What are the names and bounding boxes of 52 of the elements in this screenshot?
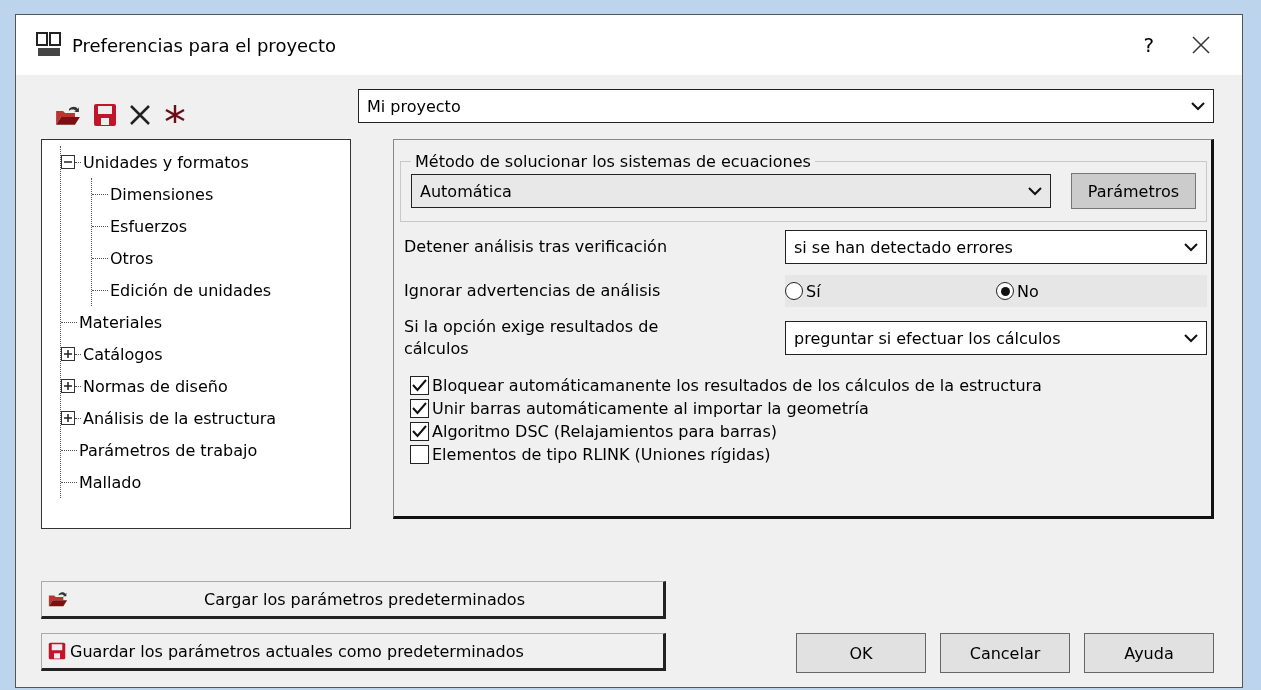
checkbox[interactable] <box>410 399 429 418</box>
tree-item[interactable]: Parámetros de trabajo <box>79 440 258 460</box>
tree-item[interactable]: Dimensiones <box>110 184 214 204</box>
setting-label: Si la opción exige resultados de cálculos <box>403 316 660 360</box>
expand-icon[interactable] <box>61 411 75 425</box>
tree-item[interactable]: Mallado <box>79 472 142 492</box>
checkmark-icon <box>412 425 427 438</box>
chevron-down-icon <box>1191 101 1205 111</box>
collapse-icon[interactable] <box>61 155 75 169</box>
expand-icon[interactable] <box>61 379 75 393</box>
tree-item[interactable]: Edición de unidades <box>110 280 272 300</box>
save-defaults-button[interactable]: Guardar los parámetros actuales como predeterminados <box>41 633 666 671</box>
checkbox-label[interactable]: Bloquear automáticamanente los resultados de los cálculos de la estructura <box>432 376 1042 395</box>
checkbox-label[interactable]: Algoritmo DSC (Relajamientos para barras) <box>432 422 777 441</box>
radio-option[interactable]: Sí <box>785 281 996 301</box>
tree-item[interactable]: Unidades y formatos <box>83 152 249 172</box>
checkbox-label[interactable]: Elementos de tipo RLINK (Uniones rígidas) <box>432 445 771 464</box>
dialog-button[interactable]: OK <box>796 633 926 673</box>
setting-label: Ignorar advertencias de análisis <box>403 280 662 302</box>
checkbox-label[interactable]: Unir barras automáticamente al importar la geometría <box>432 399 869 418</box>
chevron-down-icon <box>1184 333 1198 343</box>
help-button[interactable]: ? <box>1129 33 1168 57</box>
open-folder-icon[interactable] <box>55 104 81 126</box>
solver-dropdown[interactable]: Automática <box>411 174 1051 208</box>
dialog-button[interactable]: Cancelar <box>940 633 1070 673</box>
setting-label: Detener análisis tras verificación <box>403 236 669 258</box>
dialog-button[interactable]: Ayuda <box>1084 633 1214 673</box>
delete-icon[interactable] <box>129 104 151 126</box>
checkbox[interactable] <box>410 376 429 395</box>
chevron-down-icon <box>1027 186 1042 196</box>
setting-dropdown[interactable]: si se han detectado errores <box>785 230 1207 264</box>
checkbox[interactable] <box>410 445 429 464</box>
setting-dropdown[interactable]: preguntar si efectuar los cálculos <box>785 321 1207 355</box>
project-dropdown[interactable]: Mi proyecto <box>358 89 1214 123</box>
tree-item[interactable]: Materiales <box>79 312 163 332</box>
parameters-button[interactable]: Parámetros <box>1070 173 1196 209</box>
tree-item[interactable]: Normas de diseño <box>83 376 228 396</box>
checkmark-icon <box>412 402 427 415</box>
checkmark-icon <box>412 379 427 392</box>
tree-item[interactable]: Esfuerzos <box>110 216 188 236</box>
app-icon <box>36 32 62 58</box>
window-title: Preferencias para el proyecto <box>72 34 338 56</box>
tree-item[interactable]: Otros <box>110 248 154 268</box>
expand-icon[interactable] <box>61 347 75 361</box>
tree-item[interactable]: Análisis de la estructura <box>83 408 277 428</box>
radio-option[interactable]: No <box>996 281 1207 301</box>
tree-item[interactable]: Catálogos <box>83 344 163 364</box>
group-title: Método de solucionar los sistemas de ecuaciones <box>414 152 812 171</box>
load-defaults-button[interactable]: Cargar los parámetros predeterminados <box>41 581 666 619</box>
chevron-down-icon <box>1184 242 1198 252</box>
checkbox[interactable] <box>410 422 429 441</box>
open-folder-icon[interactable] <box>48 591 68 607</box>
